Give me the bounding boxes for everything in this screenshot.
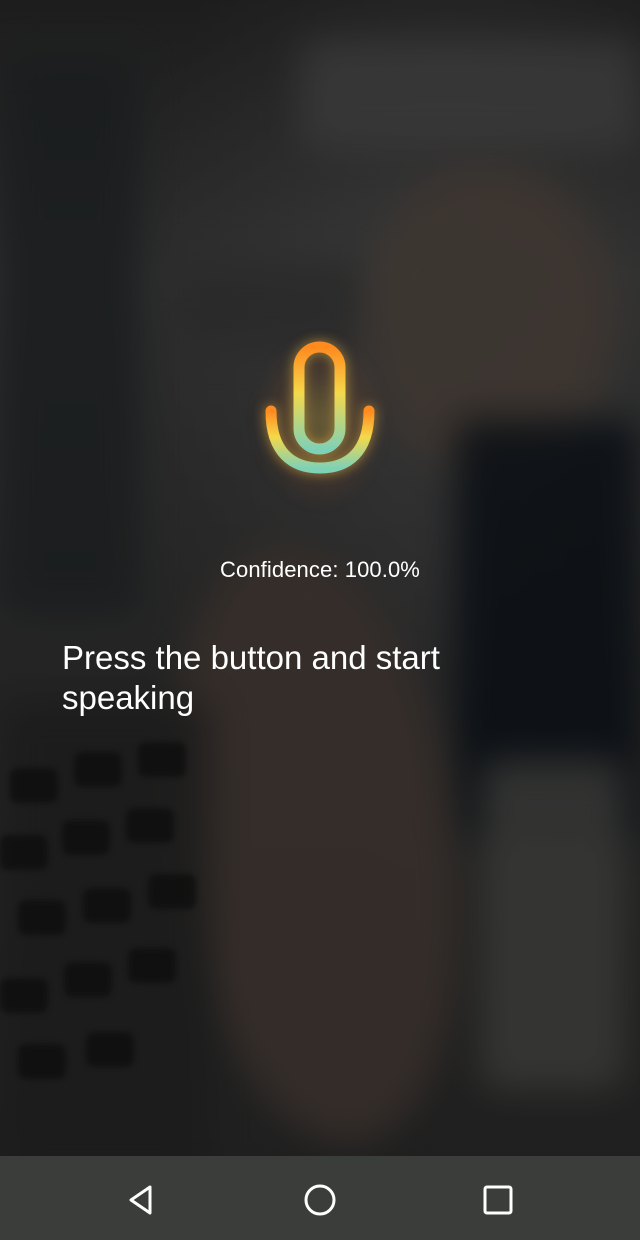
confidence-label: Confidence: 100.0% [220,557,420,582]
android-navigation-bar [0,1156,640,1240]
microphone-icon [265,341,375,506]
back-button[interactable] [121,1179,163,1221]
speech-prompt-text: Press the button and start speaking [62,639,440,716]
start-speaking-button[interactable] [254,334,386,508]
home-circle-icon [304,1184,336,1216]
home-button[interactable] [299,1179,341,1221]
speech-recognition-screen: Confidence: 100.0% Press the button and … [0,0,640,1240]
main-content: Confidence: 100.0% Press the button and … [0,0,640,1240]
back-triangle-icon [129,1185,152,1215]
recents-square-icon [483,1185,513,1215]
recents-button[interactable] [477,1179,519,1221]
